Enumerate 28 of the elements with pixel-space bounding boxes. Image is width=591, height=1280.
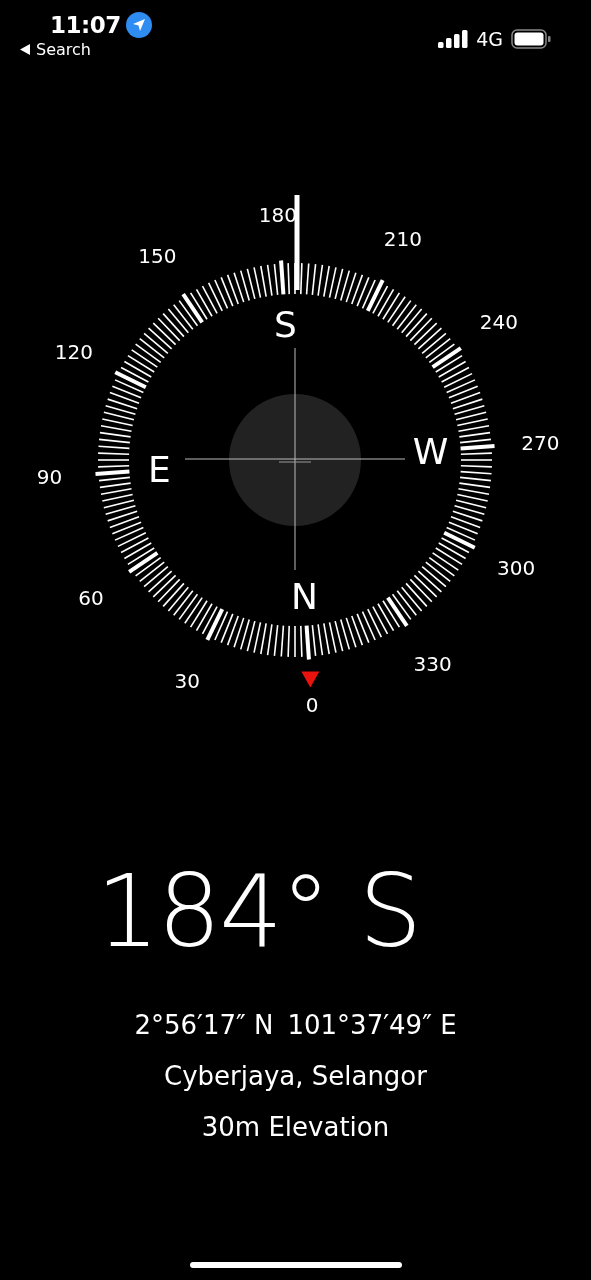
cardinal-label: S (274, 304, 297, 346)
location-text: Cyberjaya, Selangor (164, 1060, 427, 1093)
degree-label: 330 (413, 651, 452, 676)
degree-label: 120 (54, 340, 93, 365)
network-label: 4G (476, 28, 503, 50)
back-link[interactable]: Search (20, 40, 91, 59)
degree-label: 270 (521, 430, 560, 455)
heading-readout: 184° S (96, 862, 421, 962)
degree-label: 210 (383, 226, 422, 251)
degree-label: 90 (36, 465, 63, 490)
north-marker-icon (301, 671, 320, 688)
clock-time: 11:07 (50, 12, 121, 38)
degree-label: 30 (174, 669, 200, 694)
degree-label: 180 (258, 202, 297, 227)
cardinal-label: E (147, 449, 171, 491)
degree-label: 0 (305, 693, 319, 718)
degree-label: 240 (479, 310, 519, 335)
elevation-text: 30m Elevation (201, 1111, 390, 1144)
cardinal-label: N (291, 575, 318, 617)
degree-label: 60 (78, 585, 104, 610)
degree-label: 300 (497, 555, 536, 580)
battery-icon (511, 29, 551, 49)
longitude-text: 101°37′49″ E (287, 1009, 457, 1042)
cardinal-label: W (412, 430, 449, 472)
degree-label: 150 (138, 244, 177, 269)
back-arrow-icon (20, 44, 30, 55)
signal-icon (438, 30, 469, 48)
latitude-text: 2°56′17″ N (134, 1009, 274, 1042)
